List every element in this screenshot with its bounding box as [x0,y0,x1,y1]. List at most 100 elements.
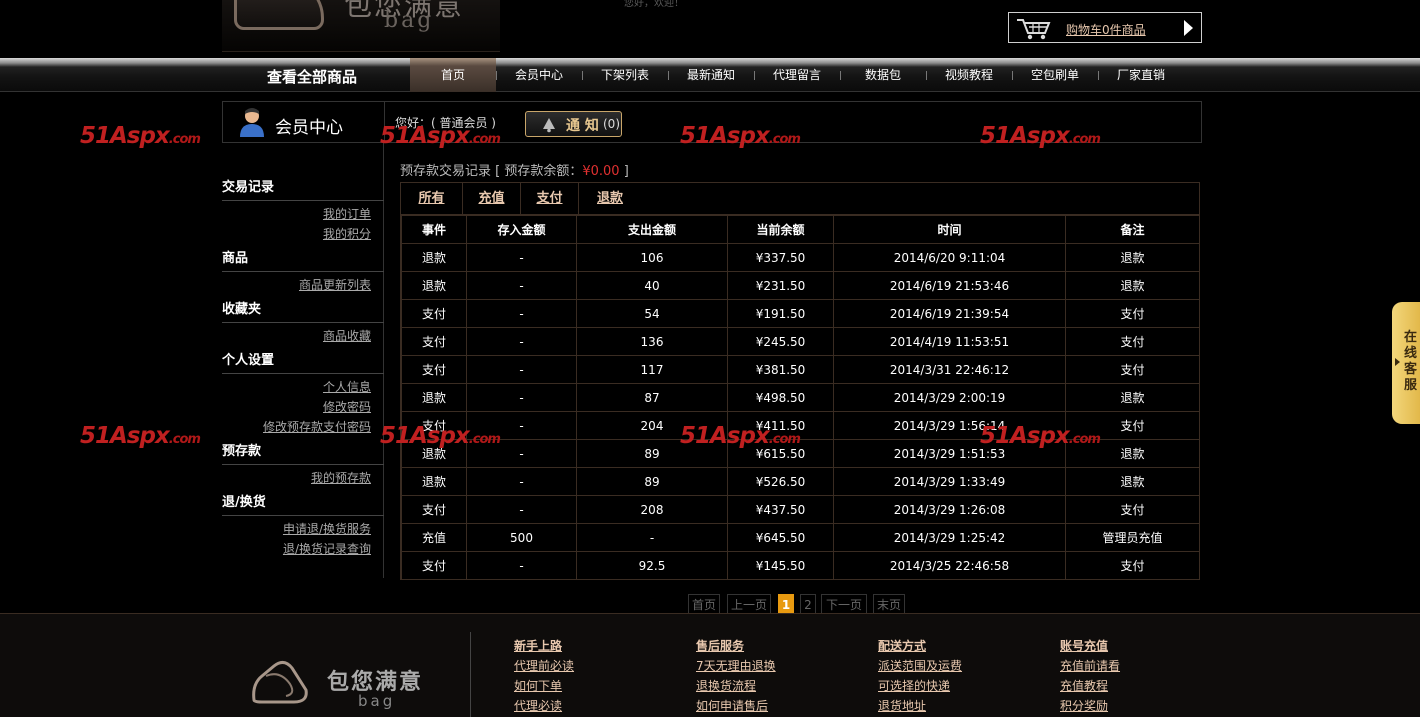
footer-head-shipping[interactable]: 配送方式 [878,637,926,654]
member-center-title: 会员中心 [275,118,343,138]
cell-event: 充值 [401,523,467,552]
main-nav: 查看全部商品 首页 会员中心 下架列表 最新通知 代理留言 数据包 视频教程 空… [0,58,1420,92]
cell-expense: 208 [576,495,728,524]
cell-balance: ¥145.50 [727,551,834,580]
cell-time: 2014/3/31 22:46:12 [833,355,1066,384]
cell-time: 2014/3/29 2:00:19 [833,383,1066,412]
cell-deposit: - [466,439,577,468]
cell-note: 退款 [1065,439,1200,468]
cell-time: 2014/4/19 11:53:51 [833,327,1066,356]
sidebar-link-apply-return[interactable]: 申请退/换货服务 [283,520,371,537]
footer-head-after-sales[interactable]: 售后服务 [696,637,744,654]
cell-note: 支付 [1065,355,1200,384]
sidebar-link-change-password[interactable]: 修改密码 [323,398,371,415]
footer-link[interactable]: 可选择的快递 [878,677,950,694]
table-row: 支付 -54 ¥191.50 2014/6/19 21:39:54 支付 [401,299,1200,328]
footer-link[interactable]: 退货地址 [878,697,926,714]
tab-recharge[interactable]: 充值 [463,183,521,215]
cell-event: 退款 [401,243,467,272]
sidebar-link-return-records[interactable]: 退/换货记录查询 [283,540,371,557]
cell-deposit: - [466,411,577,440]
footer-link[interactable]: 积分奖励 [1060,697,1108,714]
cell-event: 支付 [401,299,467,328]
sidebar-head-settings: 个人设置 [222,352,384,374]
sidebar-head-products: 商品 [222,250,384,272]
cell-event: 退款 [401,439,467,468]
cell-time: 2014/3/25 22:46:58 [833,551,1066,580]
nav-item-factory-direct[interactable]: 厂家直销 [1098,58,1184,92]
footer-link[interactable]: 充值教程 [1060,677,1108,694]
header: 包您满意 bag 您好，欢迎！ 购物车0件商品 [0,0,1420,58]
cell-time: 2014/3/29 1:33:49 [833,467,1066,496]
nav-item-member-center[interactable]: 会员中心 [496,58,582,92]
cart-button[interactable]: 购物车0件商品 [1008,12,1202,43]
cell-event: 支付 [401,411,467,440]
cell-time: 2014/3/29 1:25:42 [833,523,1066,552]
nav-item-agent-messages[interactable]: 代理留言 [754,58,840,92]
footer-link[interactable]: 充值前请看 [1060,657,1120,674]
deposit-balance: ¥0.00 [582,164,620,179]
header-greeting: 您好，欢迎！ [624,0,684,9]
cell-event: 支付 [401,327,467,356]
sidebar-link-product-favorites[interactable]: 商品收藏 [323,327,371,344]
cell-event: 支付 [401,355,467,384]
cell-expense: - [576,523,728,552]
cell-time: 2014/3/29 1:51:53 [833,439,1066,468]
cell-event: 支付 [401,495,467,524]
footer-link[interactable]: 7天无理由退换 [696,657,776,674]
notice-count: (0) [603,117,620,131]
cell-balance: ¥437.50 [727,495,834,524]
shopping-cart-icon [1017,19,1051,40]
cart-arrow-icon [1184,20,1193,36]
footer-link[interactable]: 退换货流程 [696,677,756,694]
nav-item-video-tutorials[interactable]: 视频教程 [926,58,1012,92]
cell-deposit: - [466,327,577,356]
cell-note: 支付 [1065,327,1200,356]
sidebar-link-change-payment-password[interactable]: 修改预存款支付密码 [263,418,371,435]
nav-item-home[interactable]: 首页 [410,58,496,92]
nav-item-empty-package[interactable]: 空包刷单 [1012,58,1098,92]
footer-link[interactable]: 代理必读 [514,697,562,714]
table-row: 退款 -106 ¥337.50 2014/6/20 9:11:04 退款 [401,243,1200,272]
footer-logo-subtext: bag [358,692,396,710]
transactions-table: 事件 存入金额 支出金额 当前余额 时间 备注 退款 -106 ¥337.50 201… [401,215,1200,580]
footer-link[interactable]: 如何下单 [514,677,562,694]
tab-refund[interactable]: 退款 [579,183,641,215]
sidebar-head-transactions: 交易记录 [222,179,384,201]
online-service-tab[interactable]: 在线客服 [1392,302,1420,424]
sidebar: 交易记录 我的订单 我的积分 商品 商品更新列表 收藏夹 商品收藏 个人设置 个… [222,143,384,578]
page-title-prefix: 预存款交易记录 [ 预存款余额： [400,164,583,179]
cart-label[interactable]: 购物车0件商品 [1066,21,1146,38]
tab-payment[interactable]: 支付 [521,183,579,215]
cell-note: 支付 [1065,495,1200,524]
sidebar-link-my-deposit[interactable]: 我的预存款 [311,469,371,486]
footer-link[interactable]: 如何申请售后 [696,697,768,714]
column-header-event: 事件 [401,215,467,244]
footer-head-beginners[interactable]: 新手上路 [514,637,562,654]
footer: 包您满意 bag 新手上路 代理前必读 如何下单 代理必读 售后服务 7天无理由… [0,613,1420,717]
column-header-note: 备注 [1065,215,1200,244]
logo[interactable]: 包您满意 bag [222,0,500,52]
nav-item-notices[interactable]: 最新通知 [668,58,754,92]
sidebar-link-product-updates[interactable]: 商品更新列表 [299,276,371,293]
nav-item-data-pack[interactable]: 数据包 [840,58,926,92]
cell-note: 退款 [1065,271,1200,300]
nav-item-delisted[interactable]: 下架列表 [582,58,668,92]
cell-expense: 89 [576,467,728,496]
cell-expense: 89 [576,439,728,468]
nav-all-products[interactable]: 查看全部商品 [267,66,357,87]
cell-note: 支付 [1065,411,1200,440]
page-title: 预存款交易记录 [ 预存款余额：¥0.00 ] [400,160,629,179]
notice-button[interactable]: 通 知 (0) [525,111,622,137]
footer-head-recharge[interactable]: 账号充值 [1060,637,1108,654]
table-row: 支付 -117 ¥381.50 2014/3/31 22:46:12 支付 [401,355,1200,384]
sidebar-link-my-points[interactable]: 我的积分 [323,225,371,242]
cell-deposit: - [466,299,577,328]
footer-link[interactable]: 代理前必读 [514,657,574,674]
sidebar-link-personal-info[interactable]: 个人信息 [323,378,371,395]
tab-all[interactable]: 所有 [401,183,463,215]
footer-link[interactable]: 派送范围及运费 [878,657,962,674]
divider [470,632,471,717]
cell-note: 支付 [1065,299,1200,328]
sidebar-link-my-orders[interactable]: 我的订单 [323,205,371,222]
